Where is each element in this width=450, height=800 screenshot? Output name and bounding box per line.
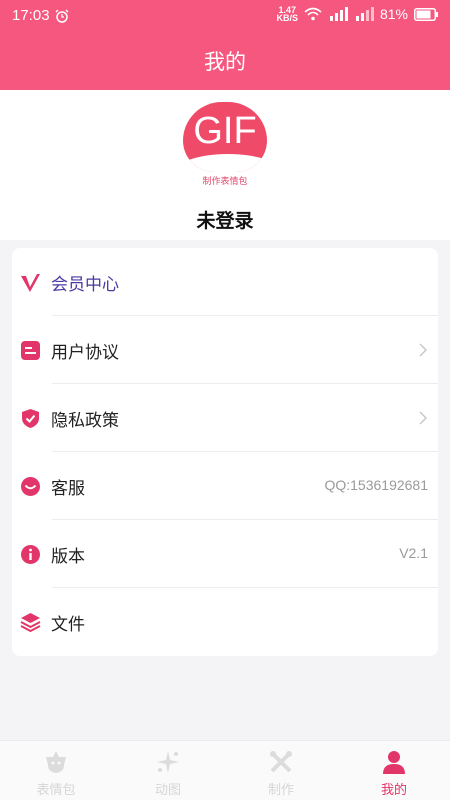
qq-number: QQ:1536192681 xyxy=(324,477,428,493)
tab-emoji-pack[interactable]: 表情包 xyxy=(0,741,112,800)
battery-icon xyxy=(414,7,438,21)
info-icon xyxy=(21,545,40,564)
menu-item-label: 客服 xyxy=(51,479,85,499)
alarm-icon xyxy=(55,9,69,23)
tab-animated[interactable]: 动图 xyxy=(112,741,224,800)
menu-item-label: 用户协议 xyxy=(51,343,119,363)
menu-item-label: 隐私政策 xyxy=(51,411,119,431)
logo-subtitle: 制作表情包 xyxy=(202,177,248,187)
status-time: 17:03 xyxy=(12,7,50,24)
menu-item-customer-service[interactable]: 客服 QQ:1536192681 xyxy=(12,452,438,520)
sparkle-icon xyxy=(157,751,179,773)
customer-service-icon xyxy=(21,477,40,496)
bottom-tab-bar: 表情包 动图 制作 我的 xyxy=(0,740,450,800)
login-status[interactable]: 未登录 xyxy=(0,206,450,233)
vip-icon xyxy=(21,274,40,292)
app-header: 我的 xyxy=(0,32,450,90)
menu-item-label: 文件 xyxy=(51,615,85,635)
profile-section: GIF 制作表情包 未登录 xyxy=(0,90,450,240)
tab-label: 表情包 xyxy=(36,783,76,798)
chevron-right-icon xyxy=(419,411,428,425)
menu-item-version[interactable]: 版本 V2.1 xyxy=(12,520,438,588)
app-logo[interactable]: GIF 制作表情包 xyxy=(182,100,268,187)
network-speed: 1.47 KB/S xyxy=(276,6,298,23)
menu-item-privacy-policy[interactable]: 隐私政策 xyxy=(12,384,438,452)
menu-item-files[interactable]: 文件 xyxy=(12,588,438,656)
person-icon xyxy=(383,751,405,774)
logo-text: GIF xyxy=(193,110,257,152)
tab-mine[interactable]: 我的 xyxy=(338,741,450,800)
version-number: V2.1 xyxy=(399,545,428,561)
signal-icon-2 xyxy=(355,7,374,21)
wifi-icon xyxy=(304,7,322,21)
tools-icon xyxy=(270,751,292,773)
signal-icon xyxy=(329,7,348,21)
menu-card: 会员中心 用户协议 隐私政策 客服 QQ:1536192681 版本 V2.1 … xyxy=(12,248,438,656)
menu-item-label: 版本 xyxy=(51,547,85,567)
emoji-pack-icon xyxy=(46,751,66,773)
page-title: 我的 xyxy=(204,50,246,74)
tab-create[interactable]: 制作 xyxy=(225,741,337,800)
network-speed-unit: KB/S xyxy=(276,13,298,23)
menu-item-vip-center[interactable]: 会员中心 xyxy=(12,248,438,316)
menu-item-user-agreement[interactable]: 用户协议 xyxy=(12,316,438,384)
battery-percent: 81% xyxy=(379,6,408,22)
tab-label: 动图 xyxy=(154,783,181,798)
agreement-icon xyxy=(21,341,40,360)
layers-icon xyxy=(20,613,41,633)
tab-label: 我的 xyxy=(380,783,407,798)
menu-item-label: 会员中心 xyxy=(51,275,119,295)
chevron-right-icon xyxy=(419,343,428,357)
status-bar: 17:03 1.47 KB/S 81% xyxy=(0,0,450,32)
shield-icon xyxy=(22,409,39,428)
tab-label: 制作 xyxy=(267,783,294,798)
